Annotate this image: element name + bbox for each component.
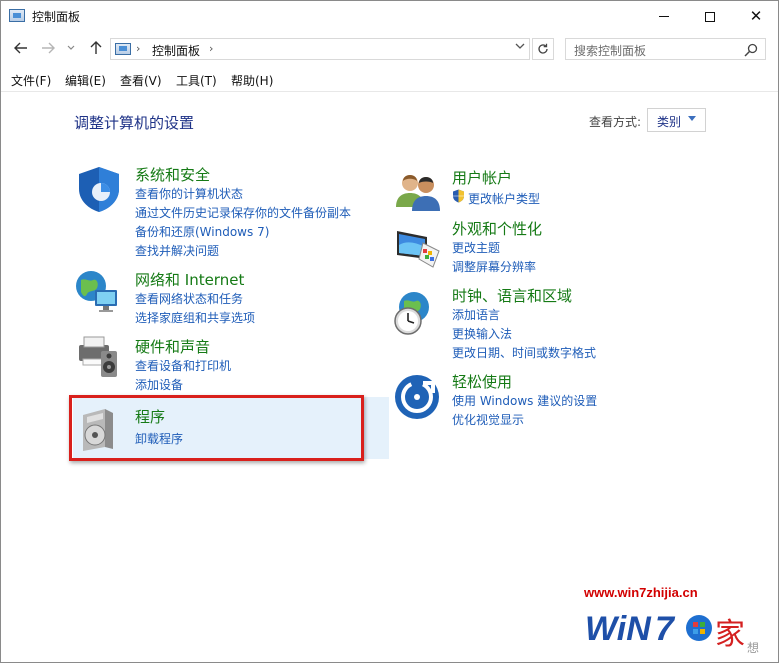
control-panel-icon: [115, 43, 131, 55]
printer-speaker-icon[interactable]: [75, 333, 123, 381]
back-button[interactable]: [11, 38, 31, 58]
link-windows-recommended-settings[interactable]: 使用 Windows 建议的设置: [452, 392, 597, 409]
arrow-left-icon: [14, 42, 27, 54]
svg-text:家: 家: [715, 617, 745, 652]
control-panel-window: 控制面板 ✕ › 控制面板 › 搜索控制面板 文件(F) 编辑(E) 查看(V)…: [0, 0, 779, 663]
link-troubleshoot[interactable]: 查找并解决问题: [135, 242, 219, 259]
category-clock-language-region[interactable]: 时钟、语言和区域: [452, 285, 572, 306]
maximize-button[interactable]: [687, 1, 733, 32]
shield-icon[interactable]: [75, 165, 123, 213]
link-network-status[interactable]: 查看网络状态和任务: [135, 290, 243, 307]
link-file-history[interactable]: 通过文件历史记录保存你的文件备份副本: [135, 204, 351, 221]
minimize-button[interactable]: [641, 1, 687, 32]
search-icon[interactable]: [744, 43, 758, 57]
search-placeholder: 搜索控制面板: [574, 44, 647, 58]
arrow-right-icon: [42, 42, 55, 54]
link-view-computer-status[interactable]: 查看你的计算机状态: [135, 185, 243, 202]
link-change-input-method[interactable]: 更换输入法: [452, 325, 512, 342]
svg-text:想: 想: [747, 640, 759, 655]
watermark-logo: WiN 7 家 想: [585, 610, 759, 655]
user-accounts-icon[interactable]: [394, 167, 442, 215]
link-devices-printers[interactable]: 查看设备和打印机: [135, 357, 231, 374]
search-box[interactable]: 搜索控制面板: [565, 38, 766, 60]
category-system-security[interactable]: 系统和安全: [135, 164, 210, 185]
refresh-icon: [538, 43, 548, 54]
breadcrumb-chevron-icon[interactable]: ›: [209, 42, 213, 55]
svg-text:WiN: WiN: [585, 610, 652, 648]
menu-view[interactable]: 查看(V): [120, 72, 162, 89]
link-homegroup-sharing[interactable]: 选择家庭组和共享选项: [135, 309, 255, 326]
clock-globe-icon[interactable]: [392, 289, 440, 337]
watermark-url: www.win7zhijia.cn: [584, 585, 698, 600]
up-button[interactable]: [86, 38, 106, 58]
category-appearance[interactable]: 外观和个性化: [452, 218, 542, 239]
uac-shield-icon: [453, 189, 464, 203]
window-title: 控制面板: [32, 10, 81, 24]
title-bar: 控制面板 ✕: [1, 1, 778, 32]
link-backup-restore[interactable]: 备份和还原(Windows 7): [135, 223, 269, 240]
link-add-language[interactable]: 添加语言: [452, 306, 500, 323]
menu-tools[interactable]: 工具(T): [176, 72, 217, 89]
link-optimize-visual-display[interactable]: 优化视觉显示: [452, 411, 524, 428]
chevron-down-icon: [67, 45, 75, 50]
refresh-button[interactable]: [532, 38, 554, 60]
annotation-highlight-box: [69, 395, 364, 461]
page-title: 调整计算机的设置: [74, 114, 195, 132]
arrow-up-icon: [90, 41, 102, 54]
forward-button[interactable]: [38, 38, 58, 58]
maximize-icon: [705, 11, 715, 22]
close-icon: ✕: [749, 7, 763, 25]
link-change-date-time-format[interactable]: 更改日期、时间或数字格式: [452, 344, 596, 361]
link-change-account-type[interactable]: 更改帐户类型: [468, 190, 540, 207]
category-user-accounts[interactable]: 用户帐户: [452, 167, 512, 188]
menu-help[interactable]: 帮助(H): [231, 72, 273, 89]
caret-down-icon: [688, 116, 696, 121]
link-change-theme[interactable]: 更改主题: [452, 239, 500, 256]
menu-edit[interactable]: 编辑(E): [65, 72, 106, 89]
main-content: 调整计算机的设置 查看方式: 类别 系统和安全 查看你的计算机状态 通过文件历史…: [1, 93, 778, 662]
view-by-label: 查看方式:: [589, 115, 642, 129]
address-dropdown-icon[interactable]: [515, 42, 525, 53]
menu-file[interactable]: 文件(F): [11, 72, 51, 89]
recent-locations-button[interactable]: [61, 38, 81, 58]
view-by-select[interactable]: 类别: [647, 108, 706, 132]
ease-of-access-icon[interactable]: [393, 373, 441, 421]
breadcrumb-control-panel[interactable]: 控制面板: [152, 42, 200, 59]
category-ease-of-access[interactable]: 轻松使用: [452, 371, 512, 392]
link-add-device[interactable]: 添加设备: [135, 376, 183, 393]
view-by-value: 类别: [657, 115, 682, 129]
navigation-bar: › 控制面板 › 搜索控制面板: [1, 34, 778, 64]
network-globe-icon[interactable]: [73, 268, 121, 316]
category-network-internet[interactable]: 网络和 Internet: [135, 269, 244, 290]
minimize-icon: [659, 16, 669, 17]
control-panel-icon: [9, 9, 25, 22]
appearance-monitor-icon[interactable]: [393, 223, 441, 271]
close-button[interactable]: ✕: [733, 1, 779, 32]
svg-text:7: 7: [655, 610, 676, 648]
category-hardware-sound[interactable]: 硬件和声音: [135, 336, 210, 357]
address-bar[interactable]: › 控制面板 ›: [110, 38, 530, 60]
breadcrumb-chevron-icon[interactable]: ›: [136, 42, 140, 55]
link-screen-resolution[interactable]: 调整屏幕分辨率: [452, 258, 536, 275]
menu-bar: 文件(F) 编辑(E) 查看(V) 工具(T) 帮助(H): [1, 68, 778, 92]
